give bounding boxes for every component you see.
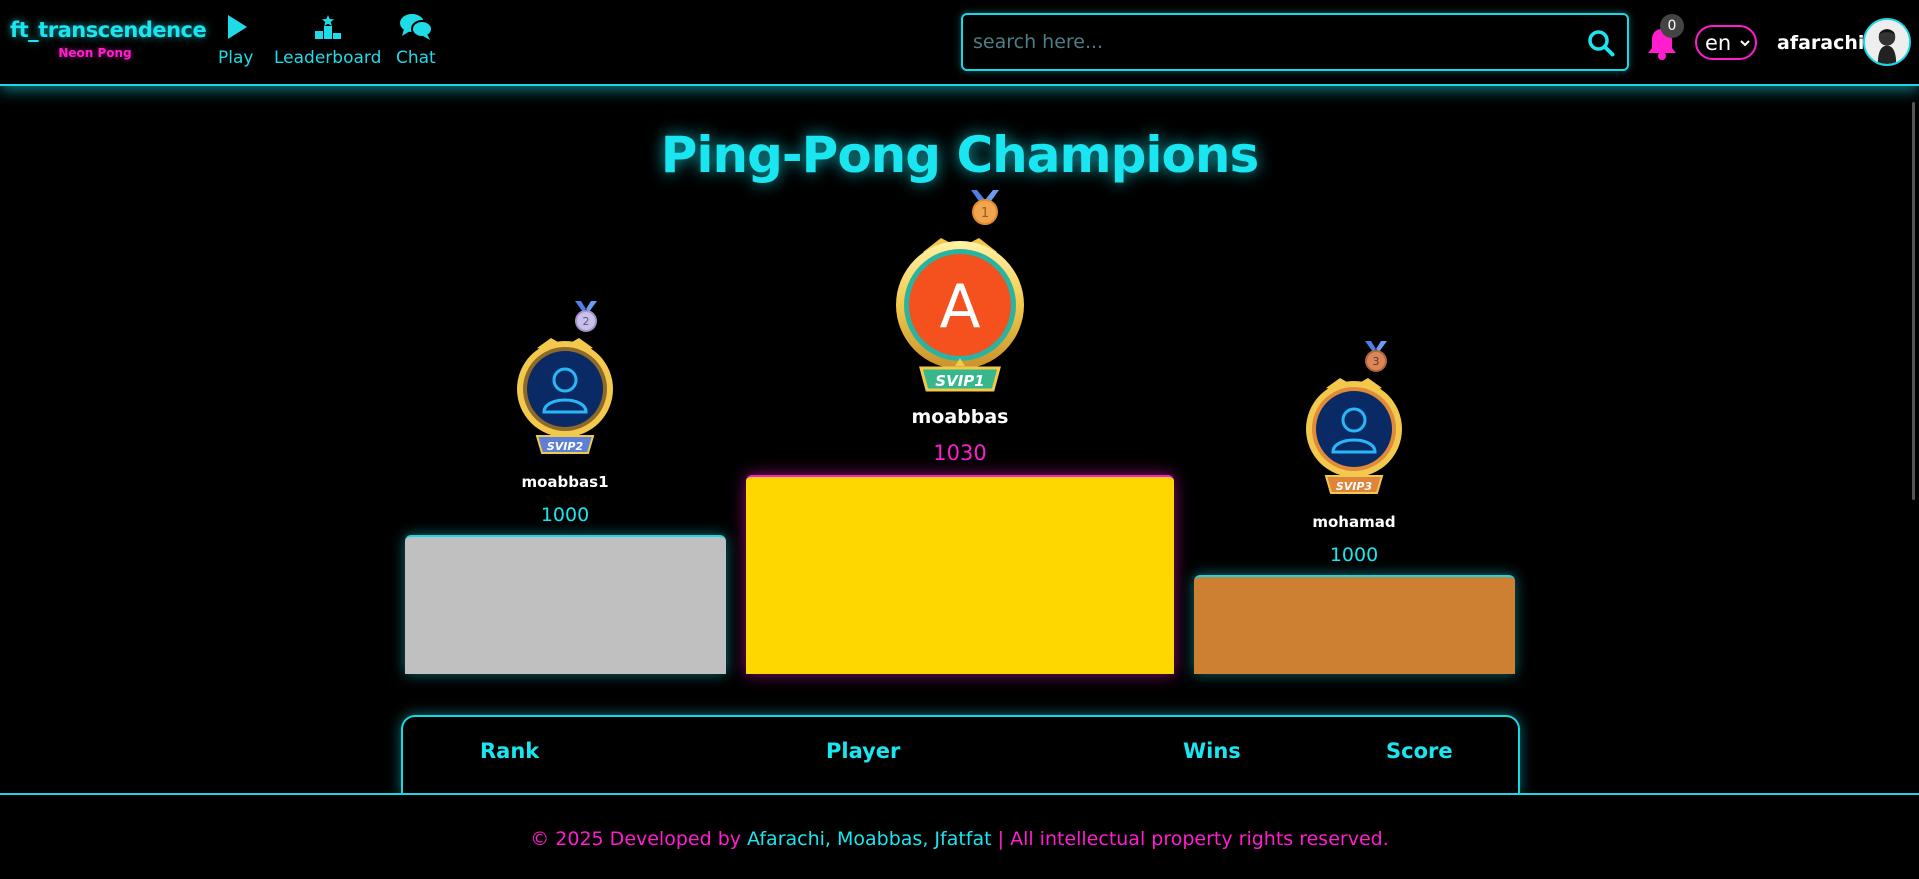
- column-header-score[interactable]: Score: [1386, 739, 1453, 763]
- search-box: [961, 13, 1629, 71]
- gold-medal-icon: 1: [971, 190, 999, 225]
- svip-frame-icon: A SVIP1: [896, 238, 1024, 392]
- player-2-score: 1000: [540, 504, 590, 526]
- player-1-score: 1030: [933, 441, 987, 465]
- chevron-down-icon: [1740, 39, 1750, 46]
- podium-third-place: [1194, 575, 1515, 674]
- copyright-prefix: © 2025 Developed by: [530, 828, 741, 850]
- search-icon[interactable]: [1587, 29, 1615, 57]
- svip-frame-icon: SVIP3: [1306, 378, 1402, 494]
- bronze-medal-icon: 3: [1365, 341, 1387, 372]
- nav-play-label: Play: [218, 48, 254, 68]
- page-scrollbar[interactable]: [1912, 102, 1915, 500]
- player-2-badge: SVIP2: [547, 440, 584, 453]
- nav-leaderboard-label: Leaderboard: [274, 48, 382, 68]
- silver-medal-icon: 2: [575, 301, 597, 332]
- player-3-avatar[interactable]: SVIP3: [1304, 374, 1404, 496]
- podium-icon: [314, 15, 341, 39]
- developer-names: Afarachi, Moabbas, Jfatfat: [747, 828, 992, 850]
- play-icon: [227, 15, 247, 39]
- copyright-text: © 2025 Developed by Afarachi, Moabbas, J…: [0, 828, 1919, 850]
- player-3-name[interactable]: mohamad: [1254, 513, 1454, 531]
- user-avatar[interactable]: [1863, 18, 1911, 66]
- column-header-player[interactable]: Player: [826, 739, 900, 763]
- player-1-avatar-letter: A: [939, 272, 980, 342]
- copyright-suffix: | All intellectual property rights reser…: [997, 828, 1389, 850]
- language-select[interactable]: en: [1695, 25, 1757, 60]
- player-3-badge: SVIP3: [1336, 480, 1373, 493]
- nav-chat[interactable]: Chat: [396, 12, 436, 68]
- search-input[interactable]: [973, 27, 1553, 57]
- silver-medal-rank: 2: [583, 315, 590, 328]
- podium-second-place: [405, 535, 726, 674]
- chat-icon: [399, 14, 433, 40]
- player-3-score: 1000: [1329, 544, 1379, 566]
- gold-medal-rank: 1: [981, 206, 989, 221]
- leaderboard-table: Rank Player Wins Score: [401, 715, 1520, 795]
- player-1-name[interactable]: moabbas: [860, 406, 1060, 428]
- brand-logo[interactable]: ft_transcendence Neon Pong: [10, 18, 207, 60]
- column-header-rank[interactable]: Rank: [480, 739, 539, 763]
- nav-chat-label: Chat: [396, 48, 436, 68]
- nav-leaderboard[interactable]: Leaderboard: [274, 12, 381, 68]
- username[interactable]: afarachi: [1777, 32, 1864, 54]
- player-2-name[interactable]: moabbas1: [465, 473, 665, 491]
- user-avatar-image: [1865, 20, 1909, 64]
- nav-play[interactable]: Play: [218, 12, 253, 68]
- brand-title: ft_transcendence: [10, 18, 207, 42]
- brand-subtitle: Neon Pong: [58, 46, 132, 60]
- notification-count-badge: 0: [1660, 14, 1684, 38]
- bronze-medal-rank: 3: [1373, 355, 1380, 368]
- svip-frame-icon: SVIP2: [517, 338, 613, 454]
- column-header-wins[interactable]: Wins: [1183, 739, 1241, 763]
- player-2-avatar[interactable]: SVIP2: [515, 334, 615, 456]
- podium-first-place: [746, 475, 1174, 674]
- language-value: en: [1705, 30, 1732, 55]
- page-title: Ping-Pong Champions: [660, 126, 1259, 184]
- player-1-avatar[interactable]: A SVIP1: [893, 230, 1027, 395]
- top-navbar: ft_transcendence Neon Pong Play Leaderbo…: [0, 0, 1919, 86]
- player-1-badge: SVIP1: [935, 372, 984, 390]
- footer: © 2025 Developed by Afarachi, Moabbas, J…: [0, 793, 1919, 879]
